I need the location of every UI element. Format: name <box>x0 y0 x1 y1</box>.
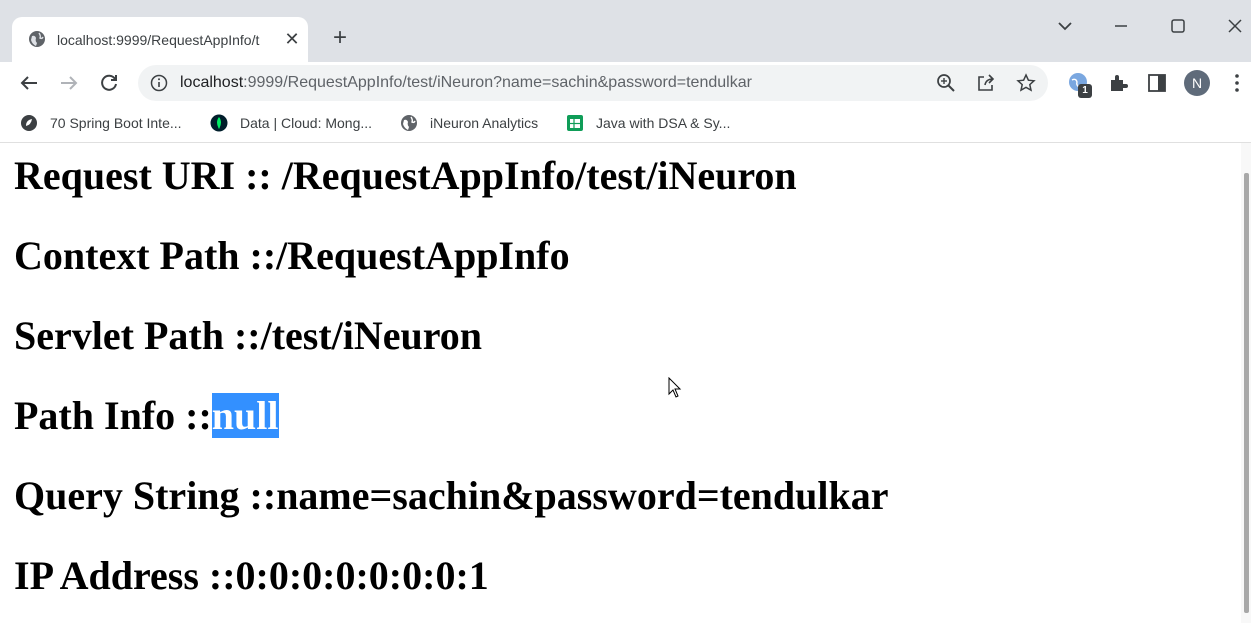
new-tab-button[interactable]: + <box>326 24 354 52</box>
extension-badge: 1 <box>1078 84 1092 98</box>
zoom-icon[interactable] <box>936 73 956 93</box>
address-bar[interactable]: localhost:9999/RequestAppInfo/test/iNeur… <box>138 65 1048 101</box>
servlet-path-line: Servlet Path ::/test/iNeuron <box>14 313 483 358</box>
vertical-scrollbar[interactable] <box>1241 143 1251 623</box>
bookmark-label: Data | Cloud: Mong... <box>240 115 373 131</box>
forward-arrow-icon[interactable] <box>58 72 80 94</box>
scrollbar-thumb[interactable] <box>1244 173 1249 613</box>
bookmarks-bar: 70 Spring Boot Inte... Data | Cloud: Mon… <box>0 104 1251 143</box>
bookmark-label: iNeuron Analytics <box>430 115 539 131</box>
url-text: localhost:9999/RequestAppInfo/test/iNeur… <box>180 73 752 93</box>
reload-icon[interactable] <box>98 72 120 94</box>
tab-strip: localhost:9999/RequestAppInfo/t ✕ + <box>0 0 1251 62</box>
tab-title: localhost:9999/RequestAppInfo/t <box>57 32 260 48</box>
browser-toolbar: localhost:9999/RequestAppInfo/test/iNeur… <box>0 62 1251 104</box>
bookmark-star-icon[interactable] <box>1016 73 1036 93</box>
path-info-line: Path Info ::null <box>14 392 279 440</box>
mongodb-leaf-icon <box>210 114 228 132</box>
close-tab-icon[interactable]: ✕ <box>282 29 302 49</box>
maximize-icon[interactable] <box>1166 14 1190 38</box>
minimize-icon[interactable] <box>1109 14 1133 38</box>
spring-icon <box>21 115 37 131</box>
bookmark-ineuron[interactable]: iNeuron Analytics <box>400 113 538 133</box>
context-path-line: Context Path ::/RequestAppInfo <box>14 233 570 278</box>
more-menu-icon[interactable] <box>1226 72 1248 94</box>
page-content: Request URI :: /RequestAppInfo/test/iNeu… <box>0 143 1241 623</box>
query-string-line: Query String ::name=sachin&password=tend… <box>14 473 889 518</box>
path-info-value-selected: null <box>211 393 279 438</box>
bookmark-spring-boot[interactable]: 70 Spring Boot Inte... <box>20 113 182 133</box>
ip-address-line: IP Address ::0:0:0:0:0:0:0:1 <box>14 553 489 598</box>
globe-icon <box>29 31 45 47</box>
mouse-cursor-icon <box>668 377 682 398</box>
bookmark-mongodb[interactable]: Data | Cloud: Mong... <box>210 113 372 133</box>
active-tab[interactable]: localhost:9999/RequestAppInfo/t ✕ <box>12 17 308 62</box>
extensions-puzzle-icon[interactable] <box>1107 72 1129 94</box>
request-uri-line: Request URI :: /RequestAppInfo/test/iNeu… <box>14 153 797 198</box>
path-info-label: Path Info :: <box>14 393 212 438</box>
url-host: localhost <box>180 74 244 91</box>
site-info-icon[interactable] <box>150 74 168 92</box>
url-path: :9999/RequestAppInfo/test/iNeuron?name=s… <box>243 74 752 91</box>
extension-with-badge[interactable]: 1 <box>1066 70 1094 100</box>
close-window-icon[interactable] <box>1223 14 1247 38</box>
tab-search-chevron-icon[interactable] <box>1053 14 1077 38</box>
bookmark-java-dsa[interactable]: Java with DSA & Sy... <box>566 113 730 133</box>
profile-avatar[interactable]: N <box>1184 70 1210 96</box>
side-panel-icon[interactable] <box>1146 72 1168 94</box>
sheets-icon <box>567 115 583 131</box>
bookmark-label: Java with DSA & Sy... <box>596 115 731 131</box>
globe-icon <box>401 115 417 131</box>
bookmark-label: 70 Spring Boot Inte... <box>50 115 182 131</box>
share-icon[interactable] <box>976 73 996 93</box>
back-arrow-icon[interactable] <box>18 72 40 94</box>
